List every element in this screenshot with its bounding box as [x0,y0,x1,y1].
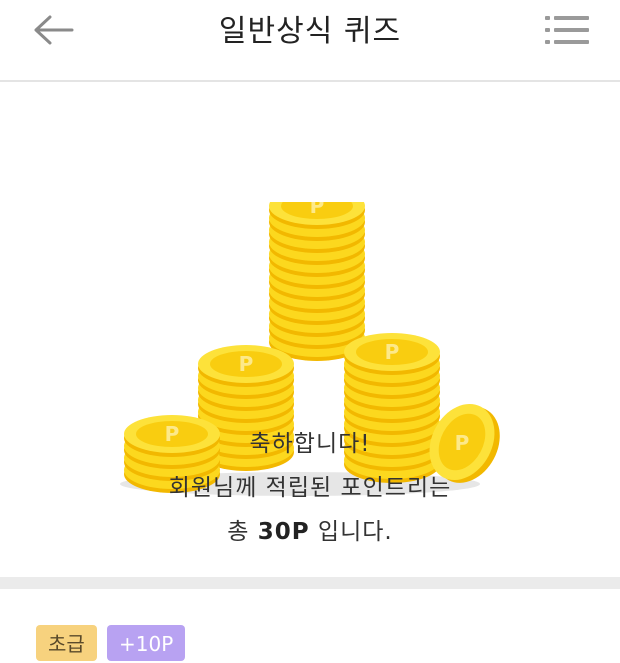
points-description: 회원님께 적립된 포인트리는 [168,475,452,501]
congrats-text: 축하합니다! [249,431,371,457]
level-badge: 초급 [36,625,97,661]
section-divider [0,577,620,589]
points-total-line: 총 30P 입니다. [0,512,620,546]
points-total-prefix: 총 [227,519,258,545]
menu-button[interactable] [544,10,590,50]
result-card: P 축하합니다! 회원님께 적립된 포인트리는 총 30P 입니다. [0,82,620,577]
top-bar: 일반상식 퀴즈 [0,0,620,82]
points-total-suffix: 입니다. [309,519,393,545]
points-total-value: 30P [257,519,310,545]
list-menu-icon [545,16,589,44]
page-title: 일반상식 퀴즈 [218,14,402,49]
points-badge: +10P [107,625,186,661]
